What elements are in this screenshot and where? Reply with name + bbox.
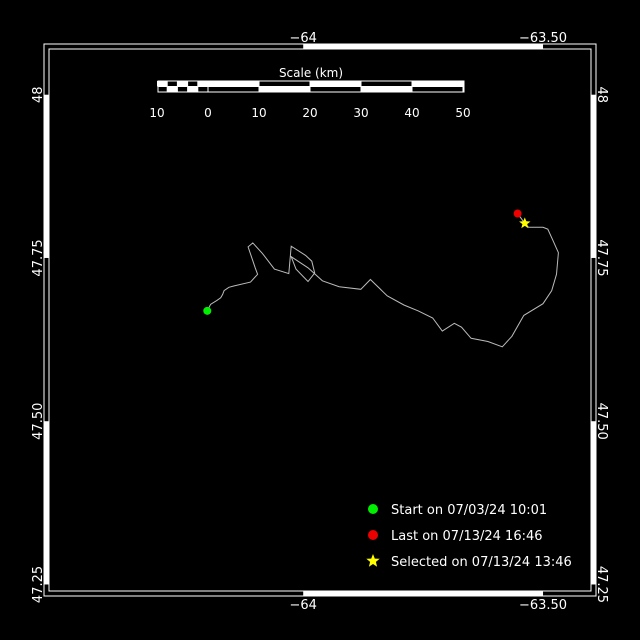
drifter-track-line <box>206 213 559 348</box>
lon-label-bottom: −64 <box>289 598 316 613</box>
scale-label: 40 <box>404 106 419 120</box>
axis-labels: −64 −64 −63.50 −63.50 48 48 47.75 47.75 47.50 47.… <box>31 31 609 613</box>
scale-fine-segment <box>157 81 168 87</box>
scale-segments <box>157 81 464 92</box>
selected-star-marker <box>519 217 531 229</box>
frame-bar-left <box>44 421 49 585</box>
frame-bar-right <box>591 94 596 258</box>
lat-label-right: 47.25 <box>594 566 609 603</box>
lat-label-right: 47.50 <box>594 403 609 440</box>
scale-label: 0 <box>204 106 212 120</box>
lon-label-top: −63.50 <box>519 31 567 46</box>
scale-labels: 10 0 10 20 30 40 50 <box>149 106 470 120</box>
scale-segment <box>310 81 361 87</box>
legend-selected-label: Selected on 07/13/24 13:46 <box>391 555 572 570</box>
lat-label-left: 47.50 <box>31 403 46 440</box>
lat-label-right: 47.75 <box>594 239 609 276</box>
scale-fine-segment <box>167 86 178 92</box>
legend-last-label: Last on 07/13/24 16:46 <box>391 529 543 544</box>
scale-fine-segment <box>187 86 198 92</box>
scale-label: 50 <box>455 106 470 120</box>
legend-start-label: Start on 07/03/24 10:01 <box>391 503 547 518</box>
legend-start-dot <box>368 504 378 514</box>
scale-segment <box>259 86 310 92</box>
lon-label-top: −64 <box>289 31 316 46</box>
last-marker <box>513 209 522 218</box>
scale-label: 10 <box>149 106 164 120</box>
scale-segment <box>412 81 463 87</box>
scale-label: 10 <box>251 106 266 120</box>
lat-label-right: 48 <box>594 86 609 103</box>
start-marker <box>203 306 212 315</box>
lat-label-left: 48 <box>31 86 46 103</box>
frame-bar-left <box>44 94 49 258</box>
scale-label: 30 <box>353 106 368 120</box>
frame-bar-right <box>591 421 596 585</box>
scale-bar: Scale (km) 10 0 10 20 30 40 50 <box>149 66 470 120</box>
scale-title: Scale (km) <box>279 66 343 80</box>
scale-segment <box>361 86 412 92</box>
scale-segment <box>208 81 259 87</box>
legend: Start on 07/03/24 10:01 Last on 07/13/24… <box>366 503 572 570</box>
legend-last-dot <box>368 530 378 540</box>
lon-label-bottom: −63.50 <box>519 598 567 613</box>
frame-bar-bottom <box>303 591 544 596</box>
frame-bar-top <box>303 44 544 49</box>
scale-fine-segment <box>197 81 208 87</box>
lat-label-left: 47.75 <box>31 239 46 276</box>
scale-fine-segment <box>177 81 188 87</box>
lat-label-left: 47.25 <box>31 566 46 603</box>
scale-label: 20 <box>302 106 317 120</box>
drifter-track-map: −64 −64 −63.50 −63.50 48 48 47.75 47.75 47.50 47.… <box>31 31 609 613</box>
legend-selected-star <box>366 554 380 567</box>
